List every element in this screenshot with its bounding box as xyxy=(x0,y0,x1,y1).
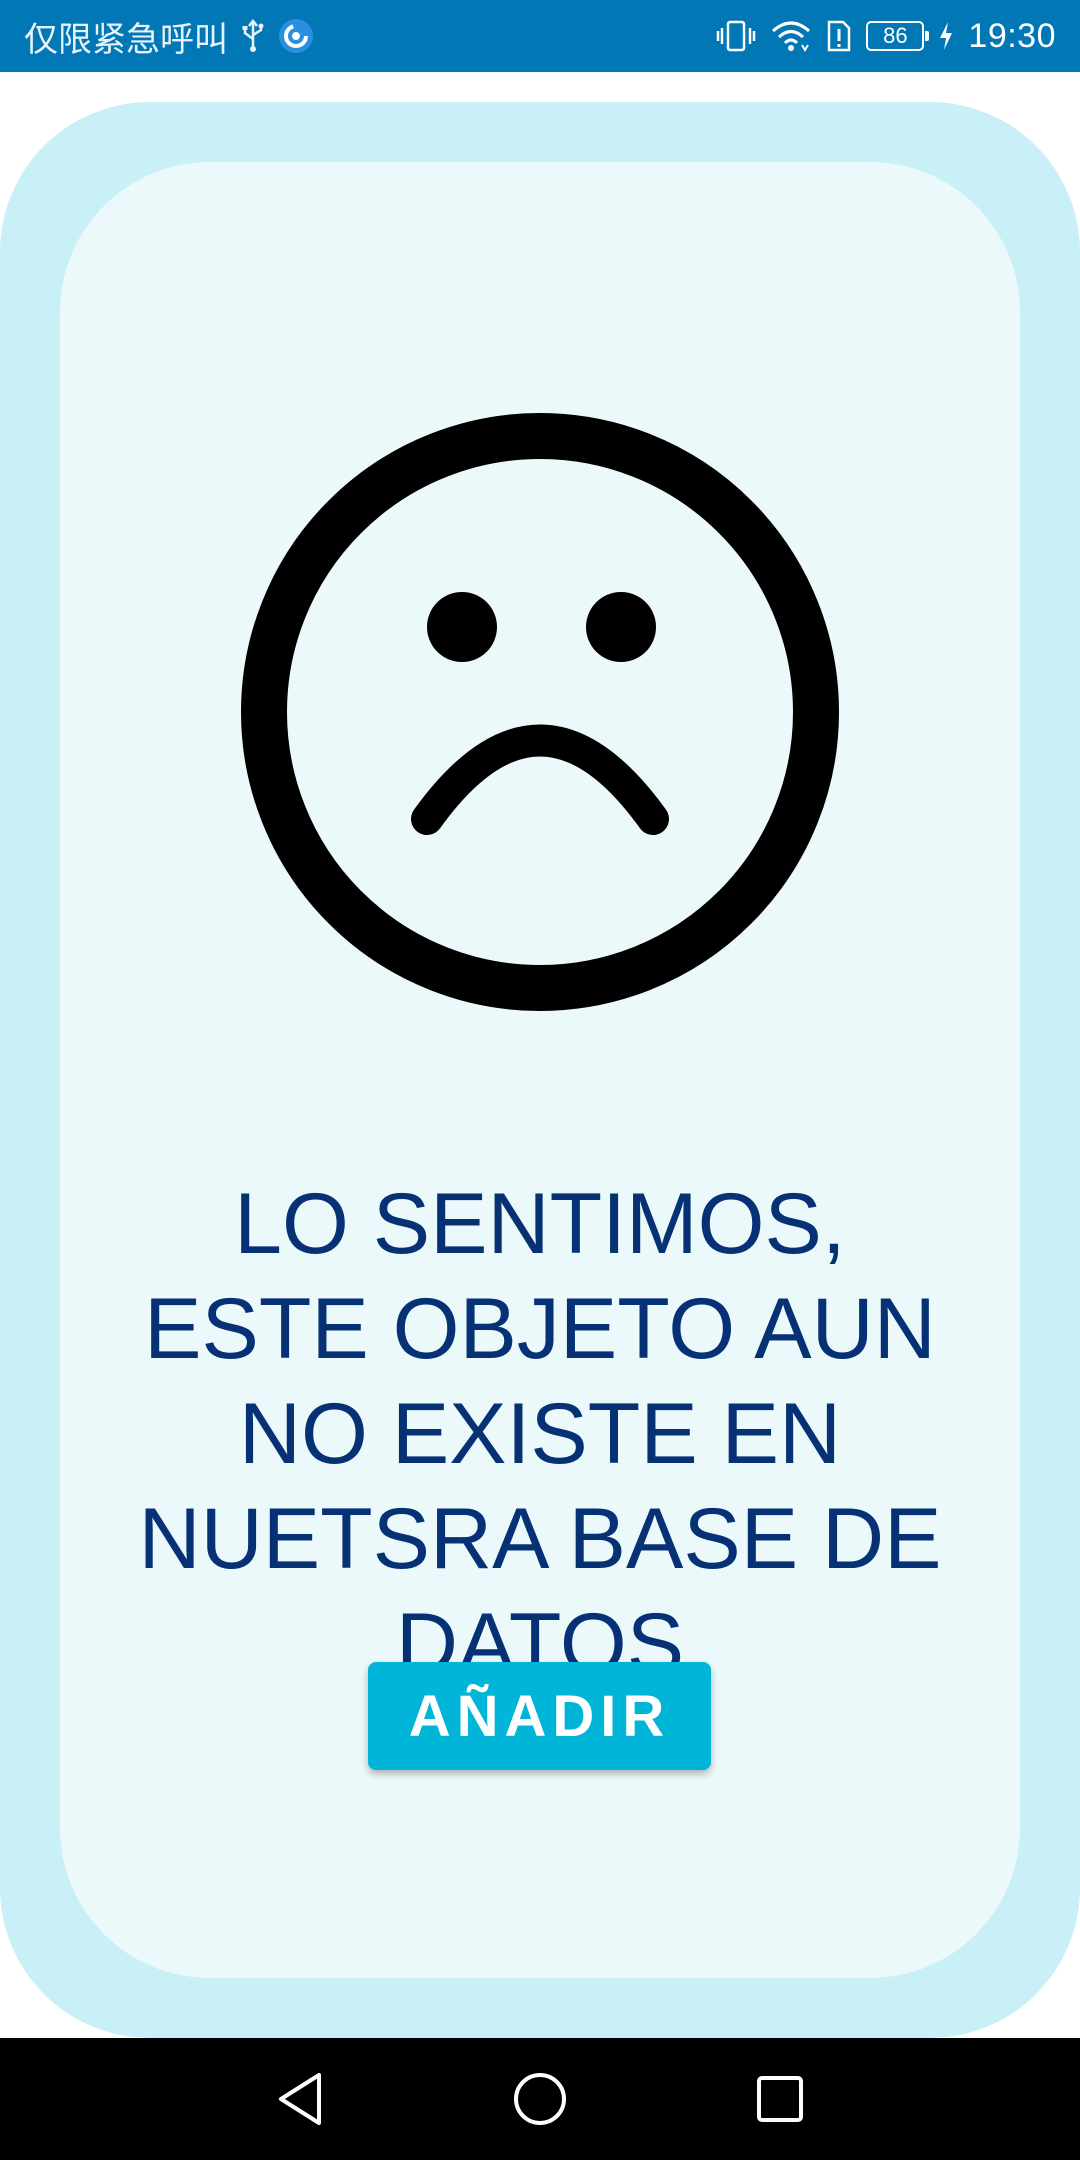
recents-button[interactable] xyxy=(744,2063,816,2135)
battery-level: 86 xyxy=(883,23,908,48)
message-line: LO SENTIMOS, xyxy=(234,1176,846,1272)
recents-icon xyxy=(757,2076,803,2122)
navigation-bar xyxy=(0,2038,1080,2160)
charging-icon xyxy=(940,22,953,50)
carrier-text: 仅限紧急呼叫 xyxy=(24,19,228,60)
inner-card: LO SENTIMOS, ESTE OBJETO AUN NO EXISTE E… xyxy=(60,162,1020,1978)
status-bar: 仅限紧急呼叫 86 19:30 xyxy=(0,0,1080,72)
wifi-icon xyxy=(772,21,811,52)
back-button[interactable] xyxy=(264,2063,336,2135)
screen: 仅限紧急呼叫 86 19:30 LO SENTIMOS, ESTE OBJETO… xyxy=(0,0,1080,2160)
sim-alert-icon xyxy=(828,20,851,52)
status-right: 86 19:30 xyxy=(716,0,1056,72)
not-found-message: LO SENTIMOS, ESTE OBJETO AUN NO EXISTE E… xyxy=(90,1172,990,1697)
home-button[interactable] xyxy=(504,2063,576,2135)
back-icon xyxy=(279,2073,321,2125)
message-line: ESTE OBJETO AUN xyxy=(144,1281,936,1377)
message-line: NUETSRA BASE DE xyxy=(138,1491,942,1587)
status-time: 19:30 xyxy=(968,16,1056,55)
sad-face-icon xyxy=(241,413,839,1011)
vibrate-icon xyxy=(717,20,756,52)
message-line: NO EXISTE EN xyxy=(238,1386,842,1482)
usb-icon xyxy=(242,19,264,52)
add-button[interactable]: AÑADIR xyxy=(368,1662,711,1770)
home-icon xyxy=(514,2073,566,2125)
app-notification-icon xyxy=(279,19,313,53)
status-left: 仅限紧急呼叫 xyxy=(24,0,314,72)
outer-card: LO SENTIMOS, ESTE OBJETO AUN NO EXISTE E… xyxy=(0,102,1080,2038)
battery-icon: 86 xyxy=(866,21,930,51)
